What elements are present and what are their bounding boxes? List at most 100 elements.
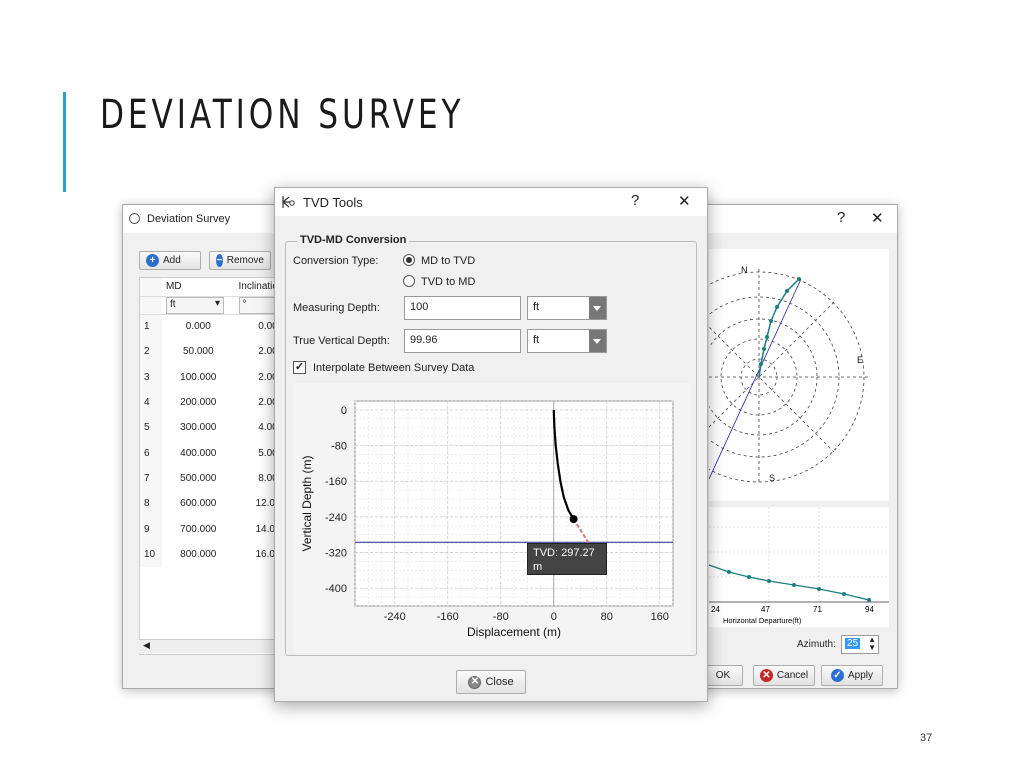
apply-check-icon: ✓ xyxy=(830,669,844,682)
md-cell[interactable]: 600.000 xyxy=(162,491,235,516)
remove-button[interactable]: − Remove xyxy=(209,251,271,270)
departure-axis-label: Horizontal Departure(ft) xyxy=(723,616,802,625)
spin-arrows-icon[interactable]: ▲ ▼ xyxy=(868,636,876,652)
tvd-unit-value: ft xyxy=(533,334,540,346)
y-tick-label: 0 xyxy=(341,405,347,417)
md-to-tvd-label: MD to TVD xyxy=(421,255,476,267)
row-number[interactable]: 2 xyxy=(140,339,162,365)
departure-plot: 24 47 71 94 Horizontal Departure(ft) xyxy=(708,507,889,627)
md-cell[interactable]: 500.000 xyxy=(162,466,235,491)
row-number[interactable]: 9 xyxy=(140,516,162,542)
tvd-close-window-button[interactable]: ✕ xyxy=(678,192,691,210)
close-label: Close xyxy=(485,676,514,688)
row-number[interactable]: 4 xyxy=(140,389,162,416)
chevron-down-icon[interactable] xyxy=(589,297,606,319)
group-title: TVD-MD Conversion xyxy=(297,234,410,246)
plot-background xyxy=(354,400,674,607)
measuring-depth-unit-select[interactable]: ft xyxy=(527,296,607,320)
slide-title: DEVIATION SURVEY xyxy=(100,92,465,138)
apply-button[interactable]: ✓ Apply xyxy=(821,665,883,686)
survey-plot-titlebar: ? ✕ xyxy=(701,205,897,233)
tvd-tools-dialog: TVD Tools ? ✕ TVD-MD Conversion Conversi… xyxy=(274,187,708,702)
row-number[interactable]: 5 xyxy=(140,415,162,441)
x-tick-label: -80 xyxy=(493,611,509,623)
remove-label: Remove xyxy=(226,255,264,266)
survey-plot-window: ? ✕ N E S 24 47 71 94 Horizontal Departu… xyxy=(649,204,898,689)
y-tick-label: -400 xyxy=(325,583,347,595)
trajectory-end-marker xyxy=(569,515,578,524)
md-cell[interactable]: 50.000 xyxy=(162,339,235,364)
interpolate-label: Interpolate Between Survey Data xyxy=(313,362,475,374)
departure-tick-47: 47 xyxy=(761,605,770,614)
tvd-input[interactable]: 99.96 xyxy=(404,329,521,353)
azimuth-spinbox[interactable]: 25 ▲ ▼ xyxy=(841,635,879,654)
measuring-depth-label: Measuring Depth: xyxy=(293,302,380,314)
corner-header xyxy=(140,278,162,297)
compass-east-label: E xyxy=(857,355,863,365)
row-number[interactable]: 8 xyxy=(140,491,162,517)
tvd-tooltip: TVD: 297.27 m MD: 302.19 m xyxy=(527,543,607,601)
row-number[interactable]: 6 xyxy=(140,440,162,466)
azimuth-value: 25 xyxy=(845,638,861,649)
y-axis-label: Vertical Depth (m) xyxy=(300,455,314,551)
apply-label: Apply xyxy=(847,670,873,681)
azimuth-label: Azimuth: xyxy=(797,639,836,650)
tvd-dialog-title: TVD Tools xyxy=(303,194,363,210)
md-cell[interactable]: 300.000 xyxy=(162,415,235,440)
compass-plot: N E S xyxy=(649,249,889,501)
ok-button[interactable]: OK xyxy=(703,665,743,686)
y-tick-label: -240 xyxy=(325,512,347,524)
md-cell[interactable]: 400.000 xyxy=(162,440,235,465)
md-unit-cell: ft xyxy=(162,296,235,315)
conversion-type-label: Conversion Type: xyxy=(293,255,379,267)
x-tick-label: -160 xyxy=(437,611,459,623)
departure-tick-94: 94 xyxy=(865,605,874,614)
x-tick-label: 80 xyxy=(601,611,613,623)
tvd-help-button[interactable]: ? xyxy=(631,192,639,209)
close-button[interactable]: ✕ Close xyxy=(456,670,526,694)
md-unit-select[interactable]: ft xyxy=(166,296,224,314)
measuring-depth-unit-value: ft xyxy=(533,301,540,313)
close-x-icon: ✕ xyxy=(468,675,482,689)
tvd-unit-select[interactable]: ft xyxy=(527,329,607,353)
row-number[interactable]: 10 xyxy=(140,541,162,567)
row-number[interactable]: 7 xyxy=(140,465,162,492)
compass-svg: N E S xyxy=(649,265,869,485)
column-header-md[interactable]: MD xyxy=(162,278,235,297)
close-window-button[interactable]: ✕ xyxy=(871,209,884,227)
chevron-down-icon[interactable] xyxy=(589,330,606,352)
y-tick-label: -320 xyxy=(325,548,347,560)
md-cell[interactable]: 200.000 xyxy=(162,390,235,415)
cancel-x-icon: ✕ xyxy=(759,669,773,682)
tvd-titlebar: TVD Tools ? ✕ xyxy=(275,188,707,216)
departure-tick-71: 71 xyxy=(813,605,822,614)
plus-icon: + xyxy=(146,254,159,267)
help-button[interactable]: ? xyxy=(837,209,845,226)
cancel-button[interactable]: ✕ Cancel xyxy=(753,665,815,686)
tvd-to-md-radio[interactable] xyxy=(403,275,415,287)
row-number[interactable]: 1 xyxy=(140,314,162,340)
md-cell[interactable]: 100.000 xyxy=(162,365,235,390)
ok-label: OK xyxy=(715,670,731,681)
departure-tick-24: 24 xyxy=(711,605,720,614)
row-number[interactable]: 3 xyxy=(140,364,162,390)
add-button[interactable]: + Add xyxy=(139,251,201,270)
md-cell[interactable]: 0.000 xyxy=(162,314,235,339)
y-tick-label: -160 xyxy=(325,476,347,488)
scroll-left-icon[interactable]: ◀ xyxy=(143,640,150,651)
measuring-depth-input[interactable]: 100 xyxy=(404,296,521,320)
interpolate-checkbox[interactable]: ✓ xyxy=(293,361,306,374)
compass-north-label: N xyxy=(741,265,748,275)
tooltip-tvd: TVD: 297.27 m xyxy=(533,547,595,573)
x-tick-label: 160 xyxy=(651,611,669,623)
clock-icon xyxy=(129,213,140,224)
md-cell[interactable]: 700.000 xyxy=(162,516,235,541)
departure-svg: 24 47 71 94 Horizontal Departure(ft) xyxy=(708,507,889,625)
accent-bar xyxy=(63,92,66,192)
md-to-tvd-radio[interactable] xyxy=(403,254,415,266)
md-cell[interactable]: 800.000 xyxy=(162,542,235,567)
x-tick-label: 0 xyxy=(551,611,557,623)
add-label: Add xyxy=(163,255,181,266)
y-tick-label: -80 xyxy=(331,441,347,453)
window-title: Deviation Survey xyxy=(147,213,231,225)
